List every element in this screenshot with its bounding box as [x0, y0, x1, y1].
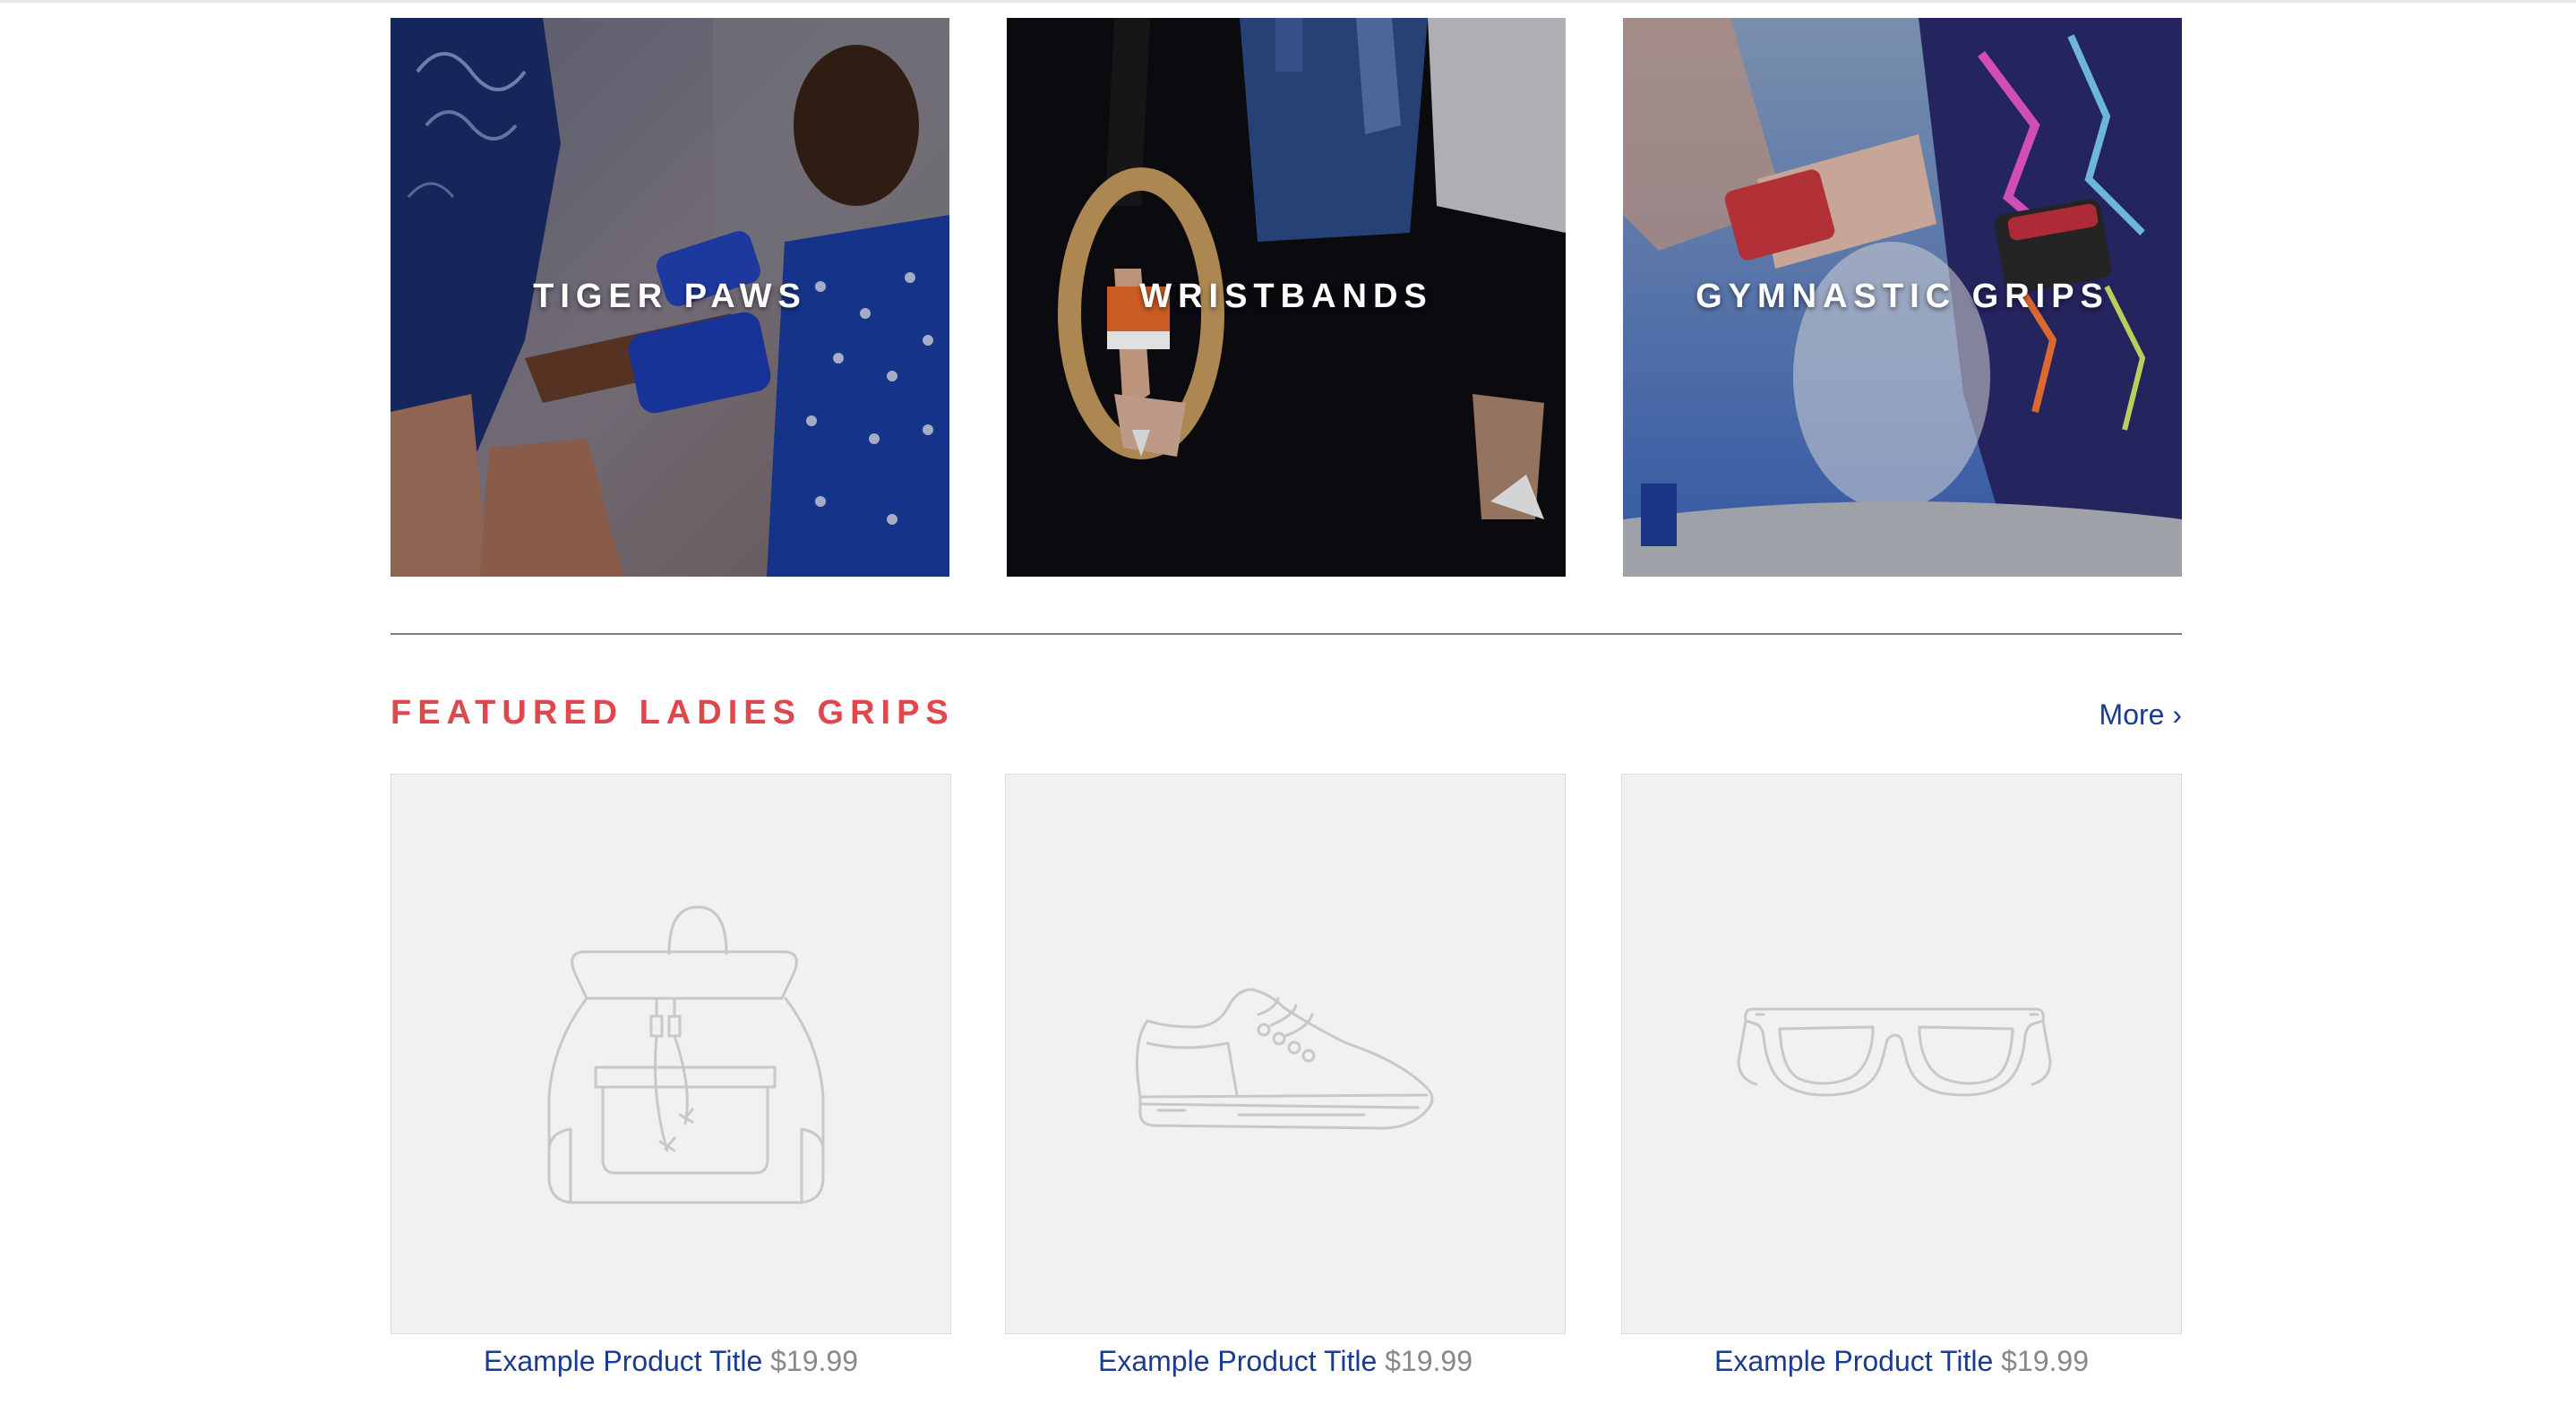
product-title[interactable]: Example Product Title [1714, 1345, 1993, 1377]
page: TIGER PAWS WRISTBANDS GYMNASTIC GRIPS FE… [0, 0, 2576, 1404]
sunglasses-icon [1737, 1007, 2052, 1097]
product-image[interactable] [1005, 774, 1566, 1334]
product-card: Example Product Title $19.99 [1621, 774, 2182, 1381]
collection-title: TIGER PAWS [533, 278, 807, 315]
product-price: $19.99 [1385, 1345, 1473, 1377]
backpack-icon [547, 905, 825, 1204]
product-price: $19.99 [770, 1345, 858, 1377]
product-title[interactable]: Example Product Title [484, 1345, 762, 1377]
product-card: Example Product Title $19.99 [391, 774, 951, 1381]
collection-grid: TIGER PAWS WRISTBANDS GYMNASTIC GRIPS [391, 18, 2182, 582]
top-rule [0, 0, 2576, 3]
section-divider [391, 633, 2182, 635]
product-price: $19.99 [2001, 1345, 2089, 1377]
more-link[interactable]: More › [2099, 695, 2182, 734]
product-image[interactable] [391, 774, 951, 1334]
section-title: FEATURED LADIES GRIPS [391, 694, 955, 732]
product-image[interactable] [1621, 774, 2182, 1334]
collection-title: WRISTBANDS [1139, 278, 1433, 315]
product-card: Example Product Title $19.99 [1005, 774, 1566, 1381]
product-meta: Example Product Title $19.99 [1621, 1341, 2182, 1381]
product-title[interactable]: Example Product Title [1098, 1345, 1377, 1377]
product-meta: Example Product Title $19.99 [1005, 1341, 1566, 1381]
collection-tile-tiger-paws[interactable]: TIGER PAWS [391, 18, 949, 577]
sneaker-icon [1135, 988, 1434, 1130]
collection-title: GYMNASTIC GRIPS [1696, 278, 2109, 315]
product-meta: Example Product Title $19.99 [391, 1341, 951, 1381]
collection-tile-wristbands[interactable]: WRISTBANDS [1007, 18, 1566, 577]
collection-tile-gymnastic-grips[interactable]: GYMNASTIC GRIPS [1623, 18, 2182, 577]
